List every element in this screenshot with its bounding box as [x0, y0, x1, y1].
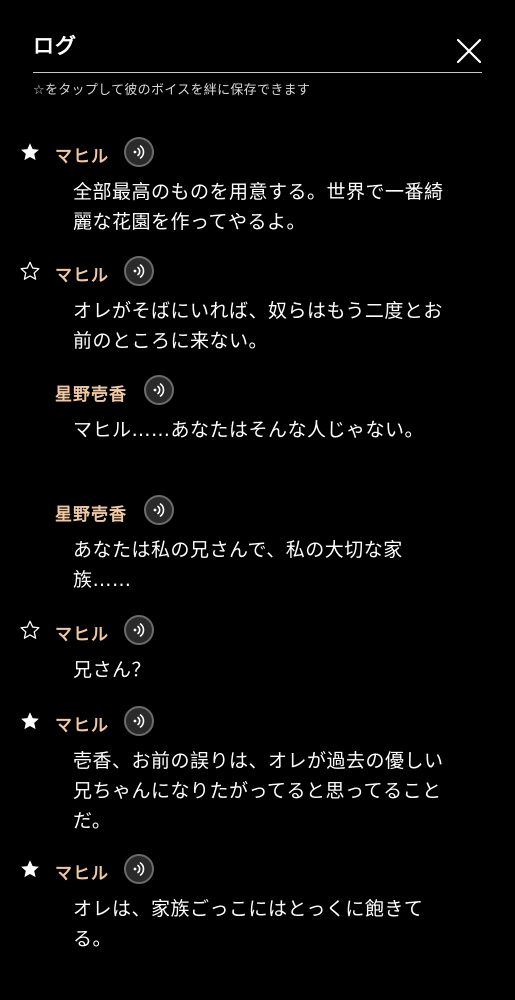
speaker-name: マヒル [55, 716, 109, 736]
star-filled-icon[interactable] [19, 858, 41, 880]
log-list[interactable]: マヒル 全部最高のものを用意する。世界で一番綺麗な花園を作ってやるよ。 マヒル [0, 110, 515, 1000]
star-filled-icon[interactable] [19, 710, 41, 732]
voice-play-icon [133, 714, 145, 728]
close-icon [456, 38, 482, 64]
voice-play-icon [133, 623, 145, 637]
hint-text: ☆をタップして彼のボイスを絆に保存できます [33, 83, 311, 98]
log-entry: マヒル オレがそばにいれば、奴らはもう二度とお前のところに来ない。 [0, 255, 515, 356]
log-entry: 星野壱香 マヒル……あなたはそんな人じゃない。 [0, 374, 515, 445]
voice-play-button[interactable] [124, 615, 154, 645]
speaker-name: マヒル [55, 147, 109, 167]
dialogue-text: 兄さん？ [73, 659, 152, 681]
speaker-name: 星野壱香 [55, 385, 127, 405]
dialogue-text: オレがそばにいれば、奴らはもう二度とお前のところに来ない。 [73, 300, 443, 352]
voice-play-button[interactable] [144, 375, 174, 405]
voice-play-button[interactable] [124, 256, 154, 286]
voice-play-icon [153, 383, 165, 397]
voice-play-icon [133, 145, 145, 159]
dialogue-text: 全部最高のものを用意する。世界で一番綺麗な花園を作ってやるよ。 [73, 181, 444, 233]
speaker-name: マヒル [55, 266, 109, 286]
voice-play-icon [153, 503, 165, 517]
header-divider [33, 72, 482, 73]
dialogue-text: オレは、家族ごっこにはとっくに飽きてる。 [73, 898, 424, 950]
dialogue-text: あなたは私の兄さんで、私の大切な家族…… [73, 539, 403, 591]
speaker-name: マヒル [55, 625, 109, 645]
voice-play-icon [133, 264, 145, 278]
close-button[interactable] [454, 36, 484, 66]
dialogue-text: 壱香、お前の誤りは、オレが過去の優しい兄ちゃんになりたがってると思ってることだ。 [73, 750, 444, 832]
star-outline-icon[interactable] [19, 619, 41, 641]
star-outline-icon[interactable] [19, 260, 41, 282]
log-entry: マヒル 壱香、お前の誤りは、オレが過去の優しい兄ちゃんになりたがってると思ってる… [0, 705, 515, 836]
voice-play-icon [133, 862, 145, 876]
voice-play-button[interactable] [124, 854, 154, 884]
voice-play-button[interactable] [124, 706, 154, 736]
voice-play-button[interactable] [144, 495, 174, 525]
log-entry: 星野壱香 あなたは私の兄さんで、私の大切な家族…… [0, 494, 515, 595]
page-title: ログ [33, 34, 77, 58]
dialogue-text: マヒル……あなたはそんな人じゃない。 [73, 419, 425, 441]
speaker-name: 星野壱香 [55, 505, 127, 525]
log-entry: マヒル 兄さん？ [0, 614, 515, 685]
speaker-name: マヒル [55, 864, 109, 884]
voice-play-button[interactable] [124, 137, 154, 167]
log-entry: マヒル 全部最高のものを用意する。世界で一番綺麗な花園を作ってやるよ。 [0, 136, 515, 237]
log-entry: マヒル オレは、家族ごっこにはとっくに飽きてる。 [0, 853, 515, 954]
log-header: ログ ☆をタップして彼のボイスを絆に保存できます [0, 0, 515, 110]
star-filled-icon[interactable] [19, 141, 41, 163]
